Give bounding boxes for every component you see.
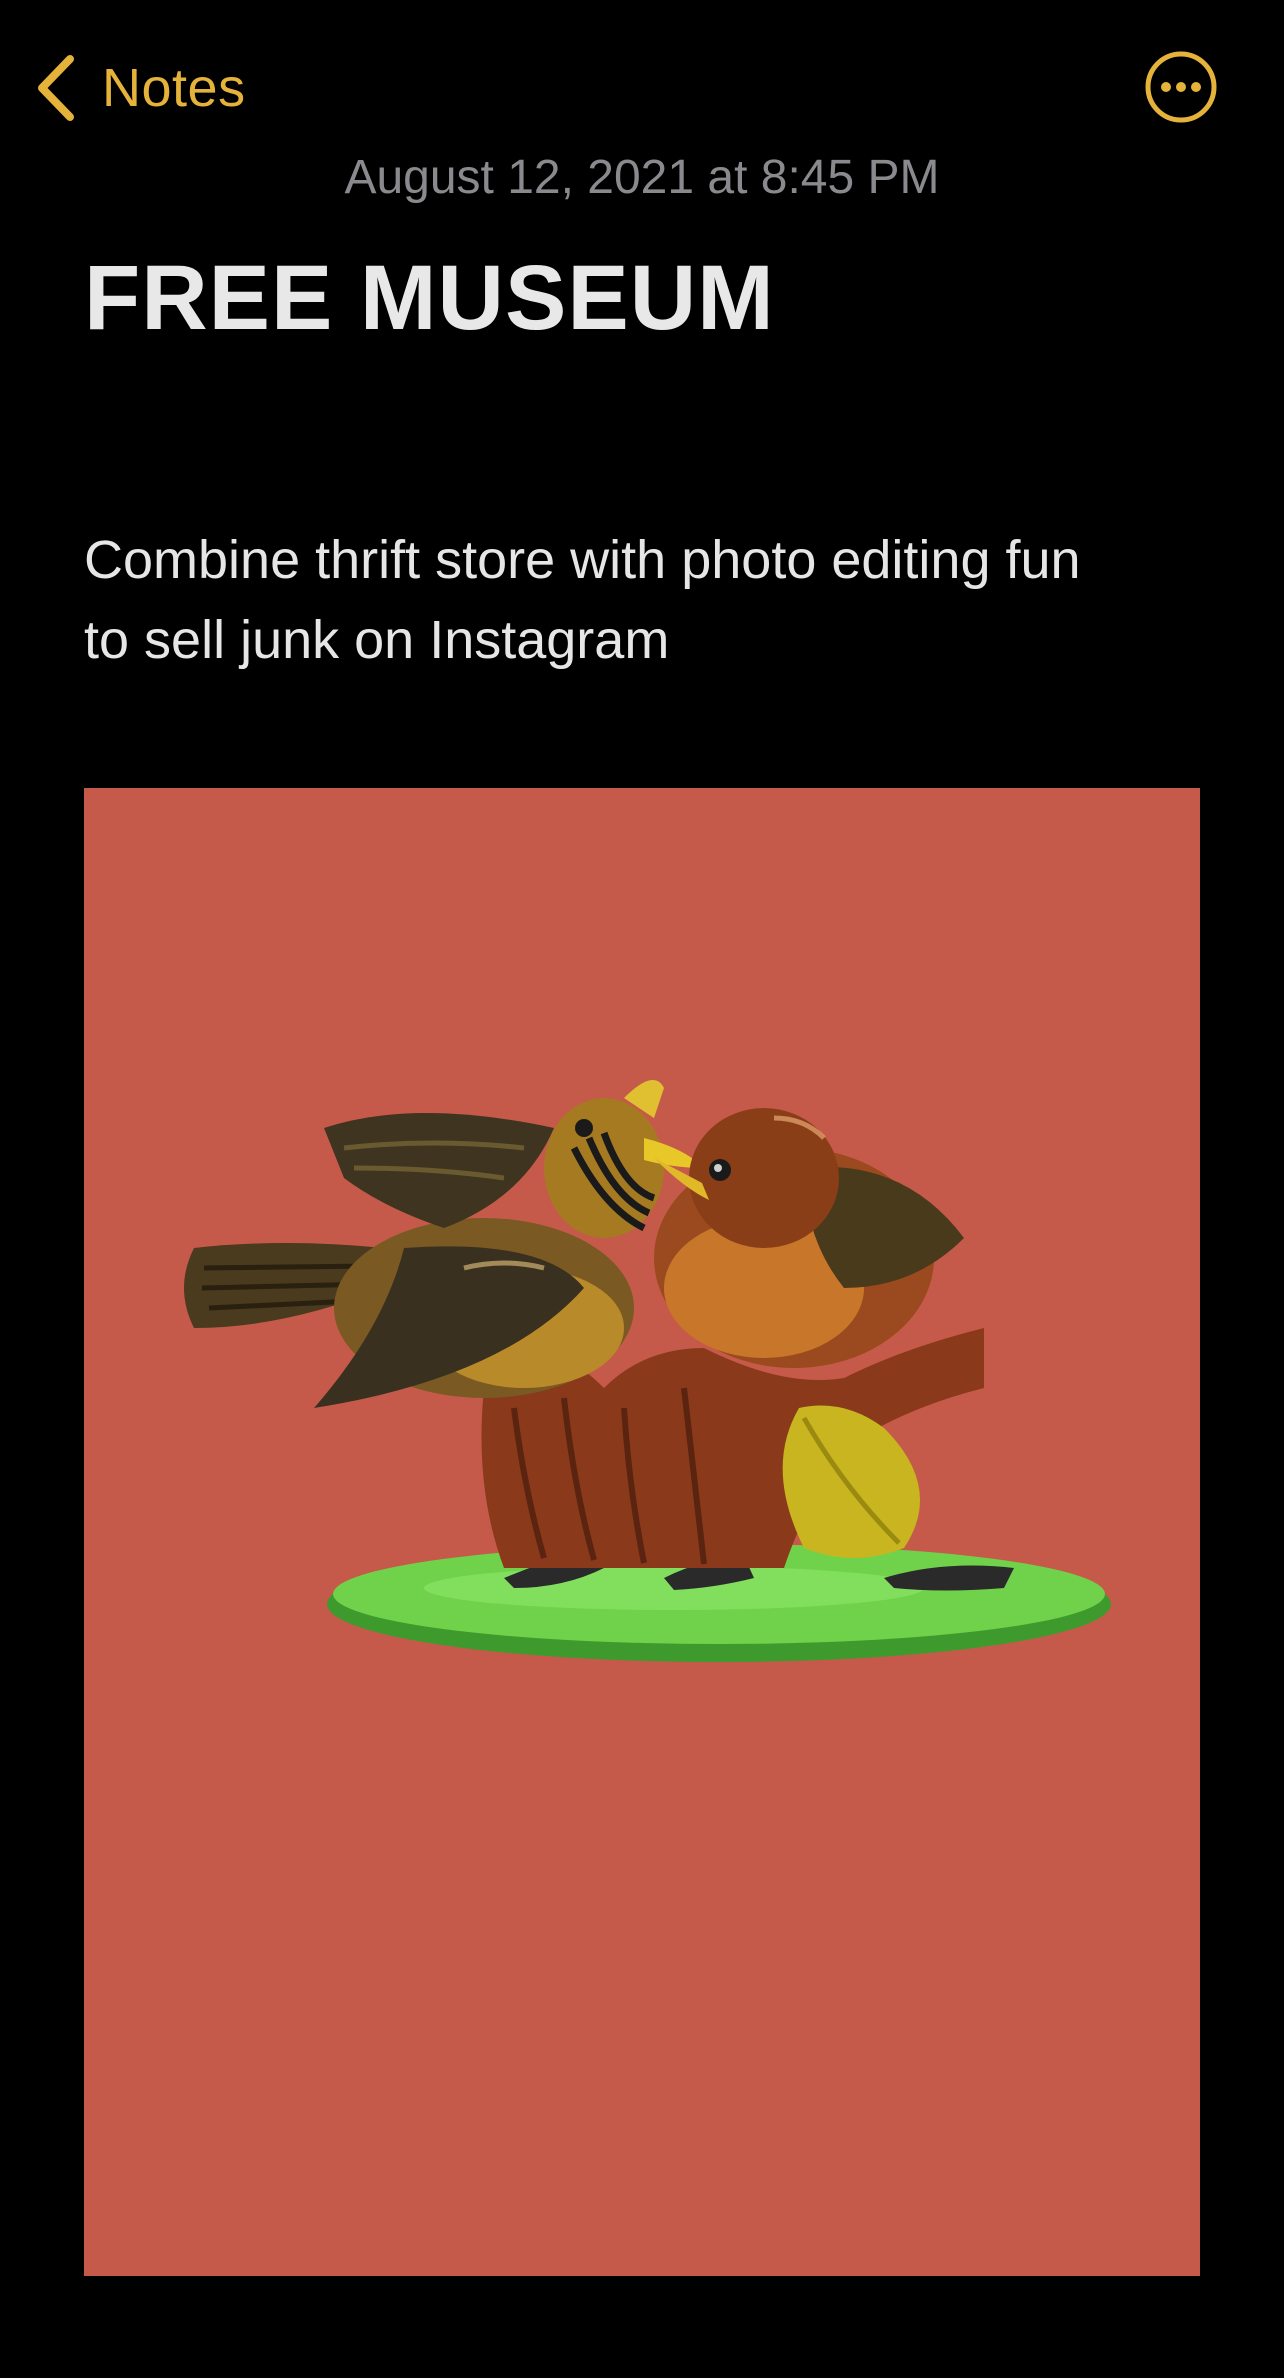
image-attachment[interactable] (84, 788, 1200, 2276)
ellipsis-circle-icon (1145, 51, 1217, 123)
chevron-left-icon (38, 55, 74, 121)
note-body-line: to sell junk on Instagram (84, 610, 670, 670)
note-title[interactable]: FREE MUSEUM (84, 246, 775, 351)
ceramic-birds-figurine-image (84, 788, 1200, 2276)
note-body-line: Combine thrift store with photo editing … (84, 530, 1081, 590)
back-button-label: Notes (102, 58, 246, 118)
note-timestamp: August 12, 2021 at 8:45 PM (344, 151, 940, 204)
back-button[interactable]: Notes (34, 48, 246, 128)
note-body[interactable]: Combine thrift store with photo editing … (84, 520, 1204, 680)
more-options-button[interactable] (1144, 50, 1218, 124)
navigation-bar: Notes (0, 0, 1284, 170)
